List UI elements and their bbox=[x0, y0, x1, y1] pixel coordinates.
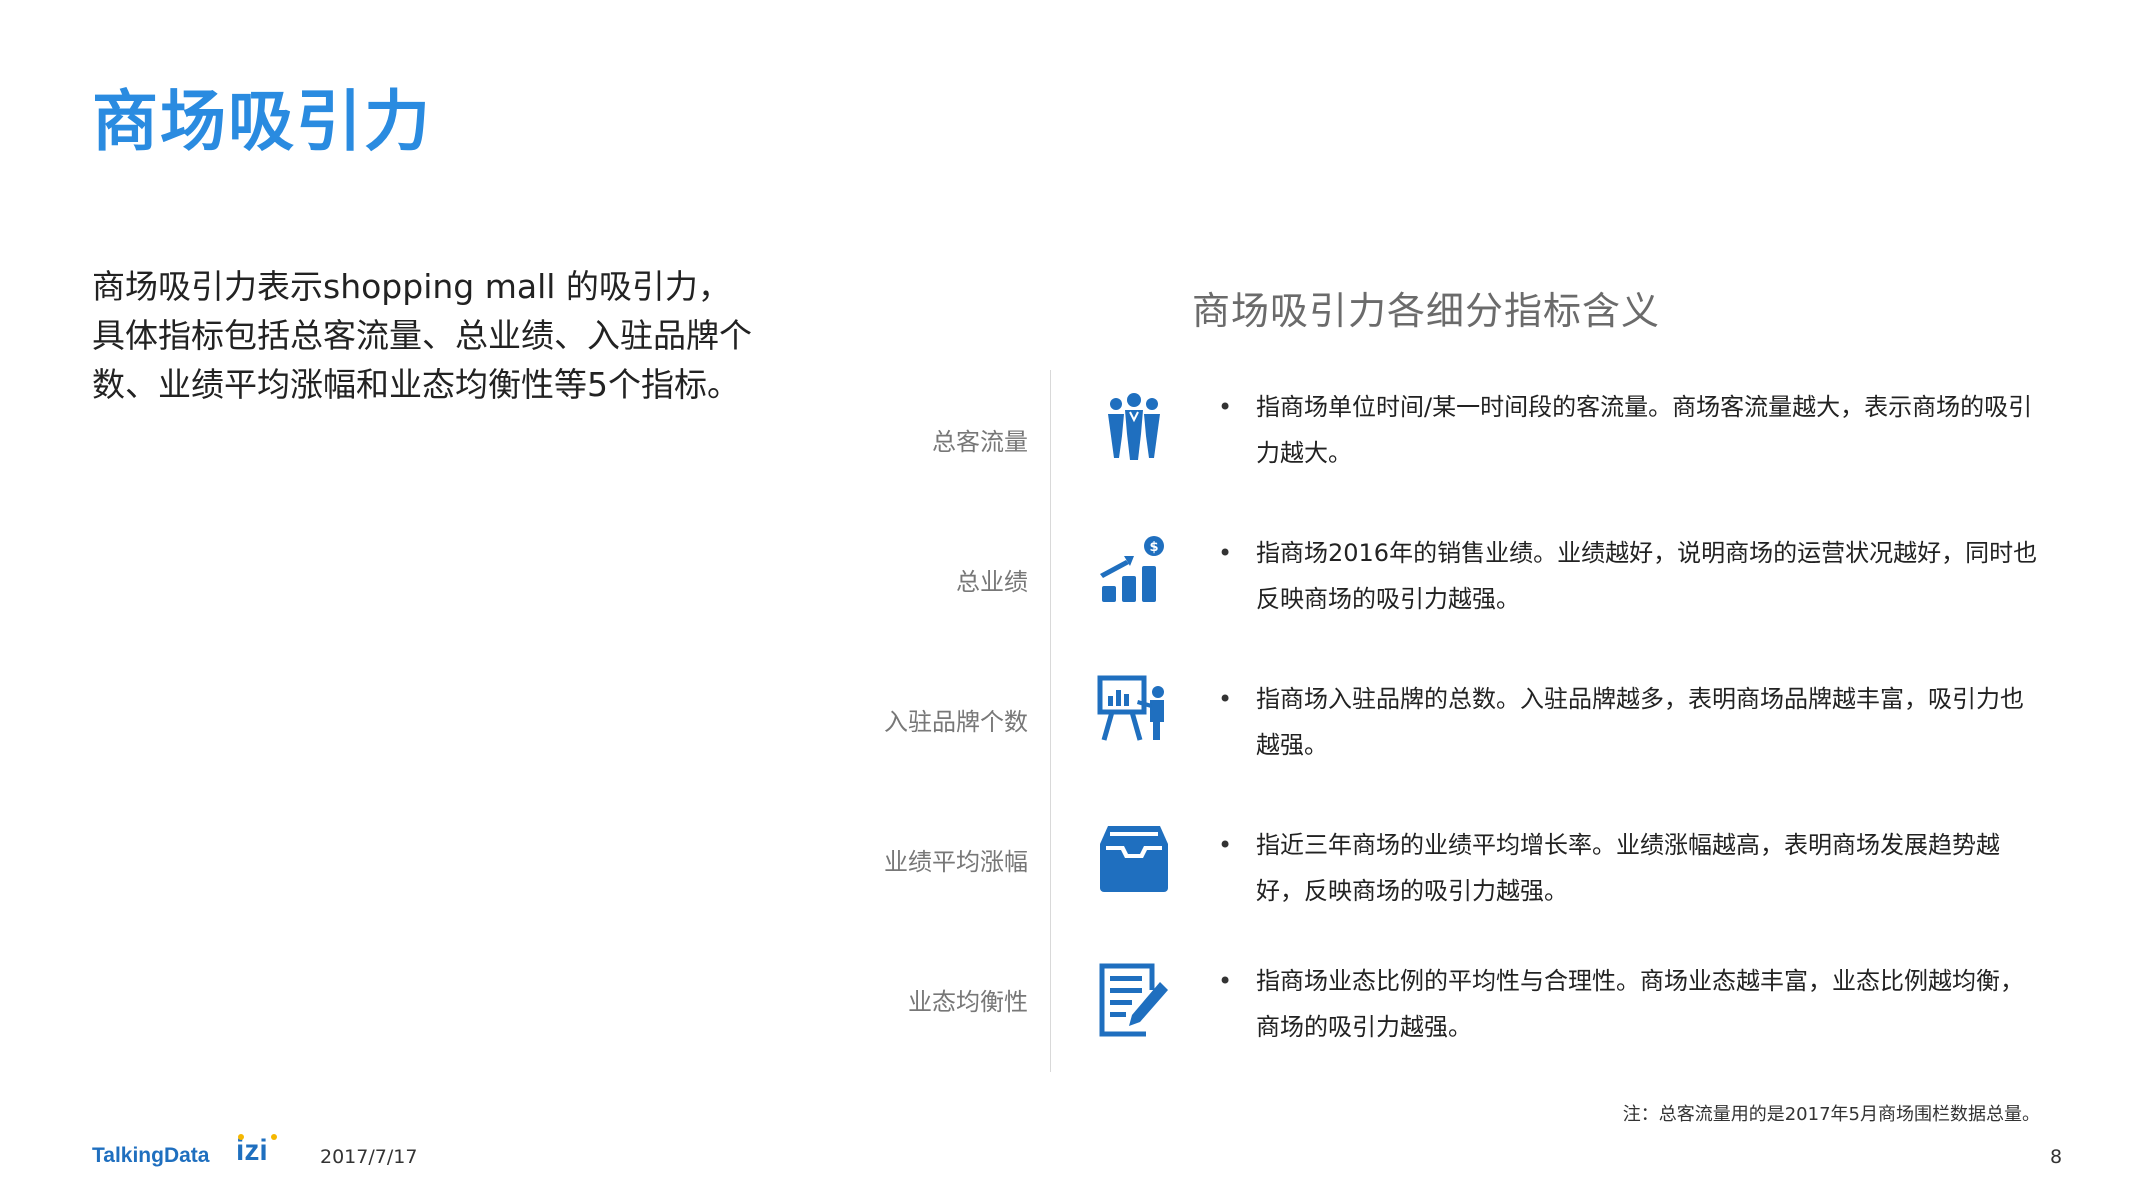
bullet: • bbox=[1218, 539, 1233, 567]
row-desc-total-sales: • 指商场2016年的销售业绩。业绩越好，说明商场的运营状况越好，同时也反映商场… bbox=[1218, 530, 2046, 622]
slide: 商场吸引力 商场吸引力表示shopping mall 的吸引力，具体指标包括总客… bbox=[0, 0, 2132, 1199]
presentation-icon bbox=[1094, 670, 1174, 750]
page-title: 商场吸引力 bbox=[92, 83, 432, 160]
footnote: 注：总客流量用的是2017年5月商场围栏数据总量。 bbox=[1622, 1104, 2040, 1125]
divider-line bbox=[1050, 370, 1051, 1072]
bullet: • bbox=[1218, 685, 1233, 713]
bullet: • bbox=[1218, 967, 1233, 995]
page-number: 8 bbox=[2050, 1146, 2063, 1168]
row-desc-average-growth: • 指近三年商场的业绩平均增长率。业绩涨幅越高，表明商场发展趋势越好，反映商场的… bbox=[1218, 822, 2046, 914]
row-label-average-growth: 业绩平均涨幅 bbox=[884, 848, 1028, 876]
row-label-total-sales: 总业绩 bbox=[956, 568, 1028, 596]
row-desc-text: 指商场2016年的销售业绩。业绩越好，说明商场的运营状况越好，同时也反映商场的吸… bbox=[1256, 539, 2038, 613]
row-desc-total-traffic: • 指商场单位时间/某一时间段的客流量。商场客流量越大，表示商场的吸引力越大。 bbox=[1218, 384, 2046, 476]
row-label-brand-count: 入驻品牌个数 bbox=[884, 708, 1028, 736]
row-desc-brand-count: • 指商场入驻品牌的总数。入驻品牌越多，表明商场品牌越丰富，吸引力也越强。 bbox=[1218, 676, 2046, 768]
row-desc-text: 指商场入驻品牌的总数。入驻品牌越多，表明商场品牌越丰富，吸引力也越强。 bbox=[1256, 685, 2024, 759]
footer-date: 2017/7/17 bbox=[320, 1146, 418, 1168]
growth-chart-icon: $ bbox=[1094, 530, 1174, 610]
row-desc-text: 指商场单位时间/某一时间段的客流量。商场客流量越大，表示商场的吸引力越大。 bbox=[1256, 393, 2033, 467]
izi-logo: izi bbox=[234, 1130, 284, 1174]
intro-paragraph: 商场吸引力表示shopping mall 的吸引力，具体指标包括总客流量、总业绩… bbox=[92, 267, 752, 404]
row-desc-format-balance: • 指商场业态比例的平均性与合理性。商场业态越丰富，业态比例越均衡，商场的吸引力… bbox=[1218, 958, 2046, 1050]
intro-text: 商场吸引力表示shopping mall 的吸引力，具体指标包括总客流量、总业绩… bbox=[92, 262, 752, 409]
talkingdata-logo: TalkingData bbox=[92, 1144, 210, 1167]
crowd-icon bbox=[1094, 388, 1174, 468]
row-desc-text: 指商场业态比例的平均性与合理性。商场业态越丰富，业态比例越均衡，商场的吸引力越强… bbox=[1256, 967, 2024, 1041]
inbox-tray-icon bbox=[1094, 818, 1174, 898]
bullet: • bbox=[1218, 393, 1233, 421]
svg-text:$: $ bbox=[1149, 540, 1158, 555]
bullet: • bbox=[1218, 831, 1233, 859]
document-edit-icon bbox=[1094, 960, 1174, 1040]
section-title: 商场吸引力各细分指标含义 bbox=[1192, 289, 1661, 333]
row-label-total-traffic: 总客流量 bbox=[932, 428, 1028, 456]
row-label-format-balance: 业态均衡性 bbox=[908, 988, 1028, 1016]
row-desc-text: 指近三年商场的业绩平均增长率。业绩涨幅越高，表明商场发展趋势越好，反映商场的吸引… bbox=[1256, 831, 2000, 905]
